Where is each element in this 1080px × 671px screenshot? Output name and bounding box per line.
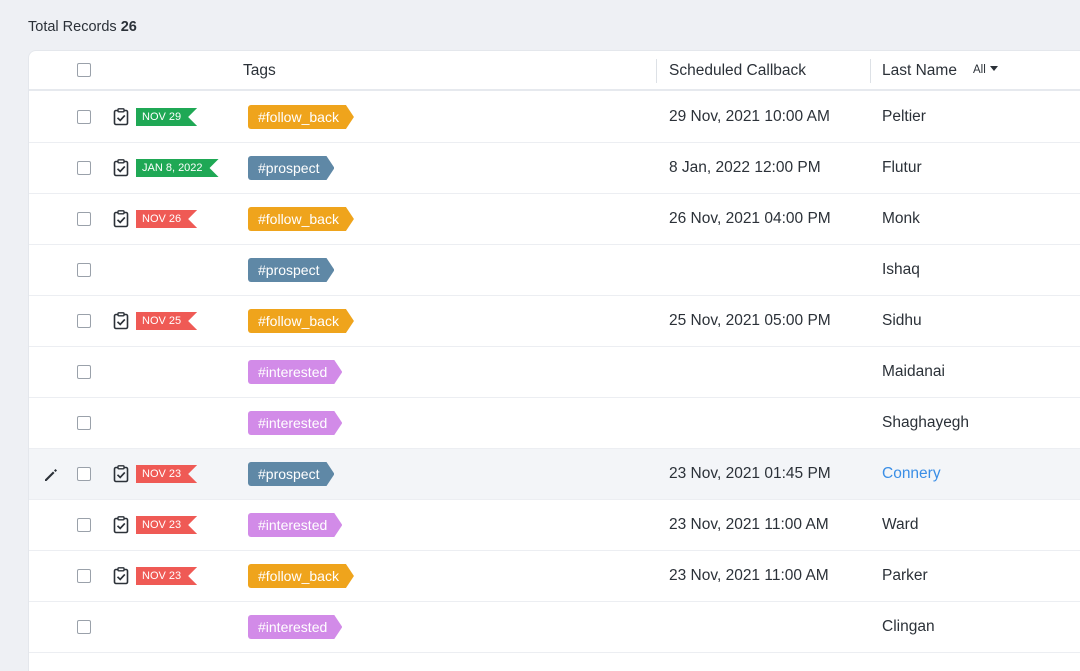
task-checkbox-icon[interactable]	[113, 567, 130, 585]
column-header-last-name[interactable]: Last Name	[882, 62, 957, 80]
row-checkbox[interactable]	[77, 416, 91, 430]
table-row[interactable]: #interested Maidanai	[29, 347, 1080, 398]
last-name-value: Sidhu	[882, 312, 922, 329]
table-row[interactable]: NOV 25 #follow_back 25 Nov, 2021 05:00 PM S…	[29, 296, 1080, 347]
tag-label[interactable]: #interested	[248, 411, 342, 435]
scheduled-callback-value: 25 Nov, 2021 05:00 PM	[669, 312, 831, 329]
total-records: Total Records 26	[28, 19, 137, 35]
scheduled-callback-value: 26 Nov, 2021 04:00 PM	[669, 210, 831, 227]
total-records-label: Total Records	[28, 19, 117, 35]
table-header: Tags Scheduled Callback Last Name All	[29, 51, 1080, 91]
last-name-value: Parker	[882, 567, 928, 584]
task-checkbox-icon[interactable]	[113, 516, 130, 534]
caret-down-icon	[989, 66, 998, 71]
task-checkbox-icon[interactable]	[113, 312, 130, 330]
records-table: Tags Scheduled Callback Last Name All NO…	[28, 50, 1080, 671]
scheduled-callback-value: 8 Jan, 2022 12:00 PM	[669, 159, 821, 176]
scheduled-callback-value: 23 Nov, 2021 11:00 AM	[669, 567, 829, 584]
tag-label[interactable]: #interested	[248, 360, 342, 384]
due-date-badge: NOV 29	[136, 108, 197, 126]
row-checkbox[interactable]	[77, 620, 91, 634]
row-checkbox[interactable]	[77, 467, 91, 481]
column-header-tags[interactable]: Tags	[243, 62, 276, 80]
table-row[interactable]: NOV 29 #follow_back 29 Nov, 2021 10:00 AM P…	[29, 92, 1080, 143]
last-name-value: Peltier	[882, 108, 926, 125]
last-name-value: Ward	[882, 516, 919, 533]
row-checkbox[interactable]	[77, 212, 91, 226]
row-checkbox[interactable]	[77, 263, 91, 277]
task-checkbox-icon[interactable]	[113, 159, 130, 177]
last-name-value: Shaghayegh	[882, 414, 970, 431]
last-name-value: Monk	[882, 210, 920, 227]
total-records-count: 26	[120, 19, 137, 35]
task-checkbox-icon[interactable]	[113, 465, 130, 483]
column-divider	[870, 59, 871, 83]
task-checkbox-icon[interactable]	[113, 108, 130, 126]
scheduled-callback-value: 29 Nov, 2021 10:00 AM	[669, 108, 830, 125]
tag-label[interactable]: #interested	[248, 615, 342, 639]
scheduled-callback-value: 23 Nov, 2021 01:45 PM	[669, 465, 831, 482]
last-name-value: Flutur	[882, 159, 922, 176]
table-row[interactable]: #interested Clingan	[29, 602, 1080, 653]
pencil-icon[interactable]	[43, 467, 59, 483]
scheduled-callback-value: 23 Nov, 2021 11:00 AM	[669, 516, 829, 533]
tag-label[interactable]: #follow_back	[248, 309, 354, 333]
row-checkbox[interactable]	[77, 110, 91, 124]
tag-label[interactable]: #follow_back	[248, 207, 354, 231]
column-header-scheduled-callback[interactable]: Scheduled Callback	[669, 62, 806, 80]
table-row[interactable]: #prospect Ishaq	[29, 245, 1080, 296]
last-name-value: Ishaq	[882, 261, 920, 278]
tag-label[interactable]: #prospect	[248, 156, 334, 180]
tag-label[interactable]: #prospect	[248, 462, 334, 486]
row-checkbox[interactable]	[77, 161, 91, 175]
task-checkbox-icon[interactable]	[113, 210, 130, 228]
due-date-badge: NOV 23	[136, 465, 197, 483]
select-all-checkbox[interactable]	[77, 63, 91, 77]
last-name-value[interactable]: Connery	[882, 465, 941, 483]
tag-label[interactable]: #prospect	[248, 258, 334, 282]
table-row[interactable]: JAN 8, 2022 #prospect 8 Jan, 2022 12:00 PM…	[29, 143, 1080, 194]
row-checkbox[interactable]	[77, 314, 91, 328]
last-name-filter-value: All	[973, 64, 986, 76]
tag-label[interactable]: #follow_back	[248, 564, 354, 588]
table-row[interactable]: NOV 23 #prospect 23 Nov, 2021 01:45 PM Conn…	[29, 449, 1080, 500]
table-row[interactable]: #interested Shaghayegh	[29, 398, 1080, 449]
due-date-badge: JAN 8, 2022	[136, 159, 219, 177]
due-date-badge: NOV 23	[136, 567, 197, 585]
last-name-value: Maidanai	[882, 363, 945, 380]
due-date-badge: NOV 23	[136, 516, 197, 534]
tag-label[interactable]: #interested	[248, 513, 342, 537]
row-checkbox[interactable]	[77, 518, 91, 532]
column-divider	[656, 59, 657, 83]
tag-label[interactable]: #follow_back	[248, 105, 354, 129]
last-name-filter-dropdown[interactable]: All	[973, 64, 998, 76]
table-row[interactable]: NOV 23 #follow_back 23 Nov, 2021 11:00 AM P…	[29, 551, 1080, 602]
row-checkbox[interactable]	[77, 569, 91, 583]
last-name-value: Clingan	[882, 618, 935, 635]
table-row[interactable]: NOV 26 #follow_back 26 Nov, 2021 04:00 PM M…	[29, 194, 1080, 245]
due-date-badge: NOV 25	[136, 312, 197, 330]
table-row[interactable]: NOV 23 #interested 23 Nov, 2021 11:00 AM Wa…	[29, 500, 1080, 551]
row-checkbox[interactable]	[77, 365, 91, 379]
due-date-badge: NOV 26	[136, 210, 197, 228]
